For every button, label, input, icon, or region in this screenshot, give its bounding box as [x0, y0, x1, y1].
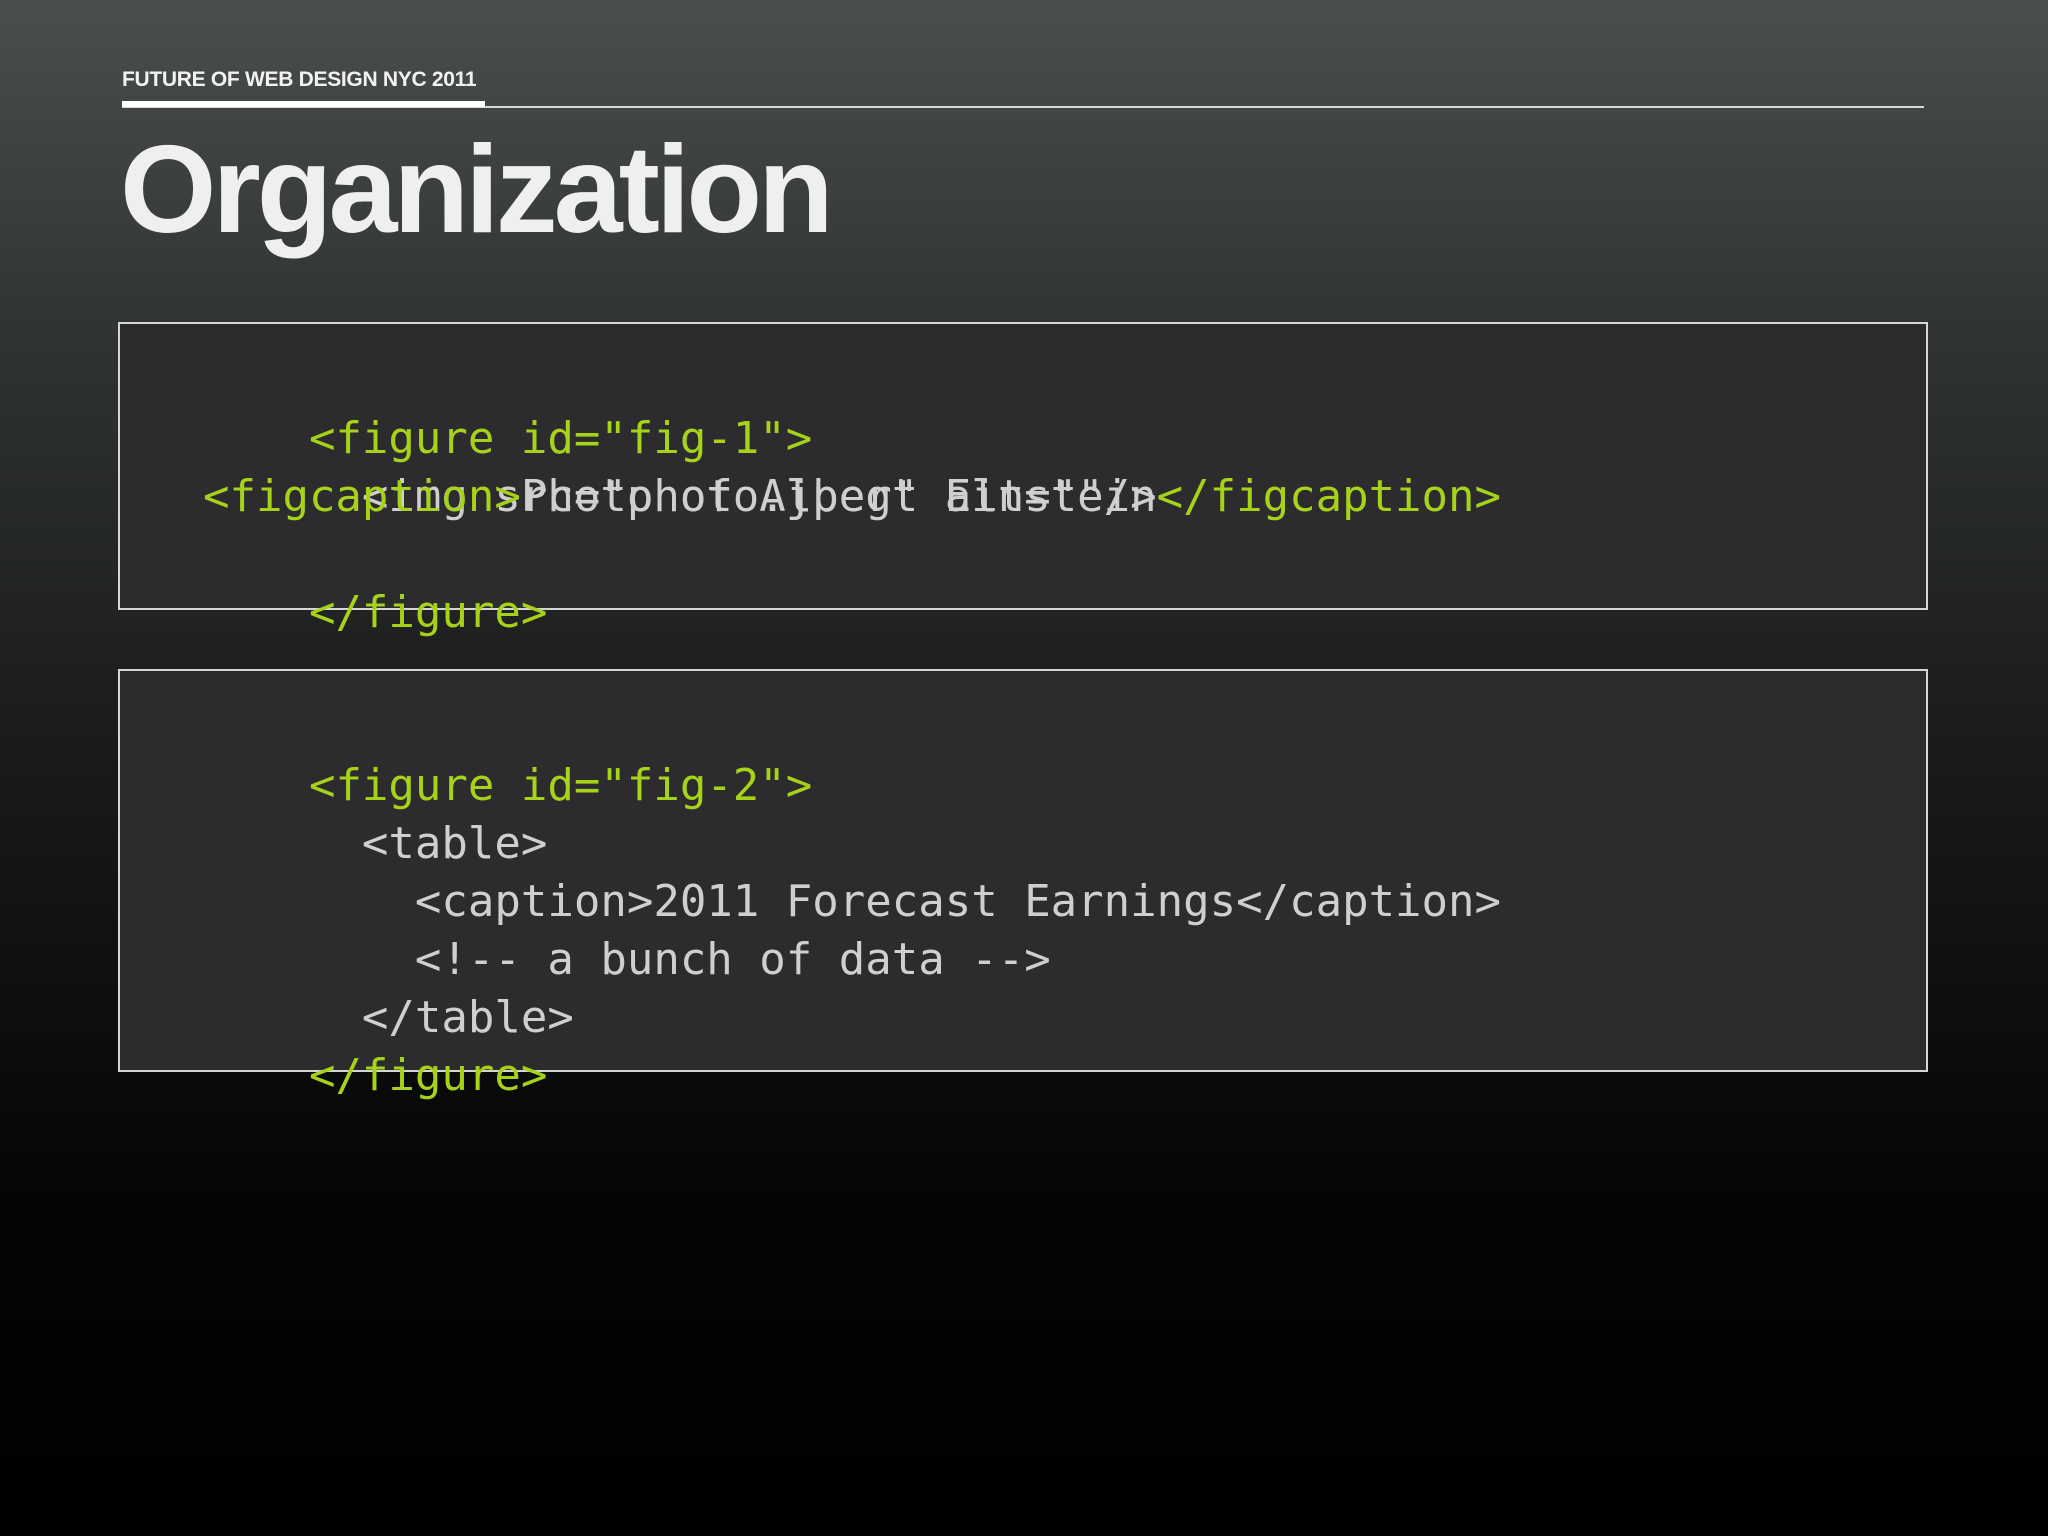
code-block-figure-2: <figure id="fig-2"> <table> <caption>201… [118, 669, 1928, 1101]
slide: FUTURE OF WEB DESIGN NYC 2011 Organizati… [0, 0, 2048, 1536]
code-token: </figure> [308, 587, 548, 638]
code-token: <figure id="fig-2"> [308, 760, 813, 811]
code-token: <table> [308, 818, 548, 869]
header-rule-accent [122, 101, 485, 107]
code-line: <figure id="fig-1"> [150, 352, 1896, 464]
code-line: <figure id="fig-2"> [150, 699, 1896, 811]
code-token: <!-- a bunch of data --> [308, 934, 1051, 985]
code-token: </table> [308, 992, 574, 1043]
slide-title: Organization [120, 121, 834, 259]
code-block-figure-1: <figure id="fig-1"> <img src="photo.jpeg… [118, 322, 1928, 638]
code-token: Photo of Albert Einstein [520, 471, 1157, 522]
code-token: </figcaption> [1156, 471, 1502, 522]
code-token: <caption>2011 Forecast Earnings</caption… [308, 876, 1502, 927]
header-label: FUTURE OF WEB DESIGN NYC 2011 [122, 68, 477, 91]
code-line: <figcaption>Photo of Albert Einstein</fi… [150, 468, 1896, 526]
code-token: <figcaption> [150, 471, 521, 522]
code-token: </figure> [308, 1050, 548, 1101]
code-token: <figure id="fig-1"> [308, 413, 813, 464]
code-line: </figure> [150, 526, 1896, 638]
